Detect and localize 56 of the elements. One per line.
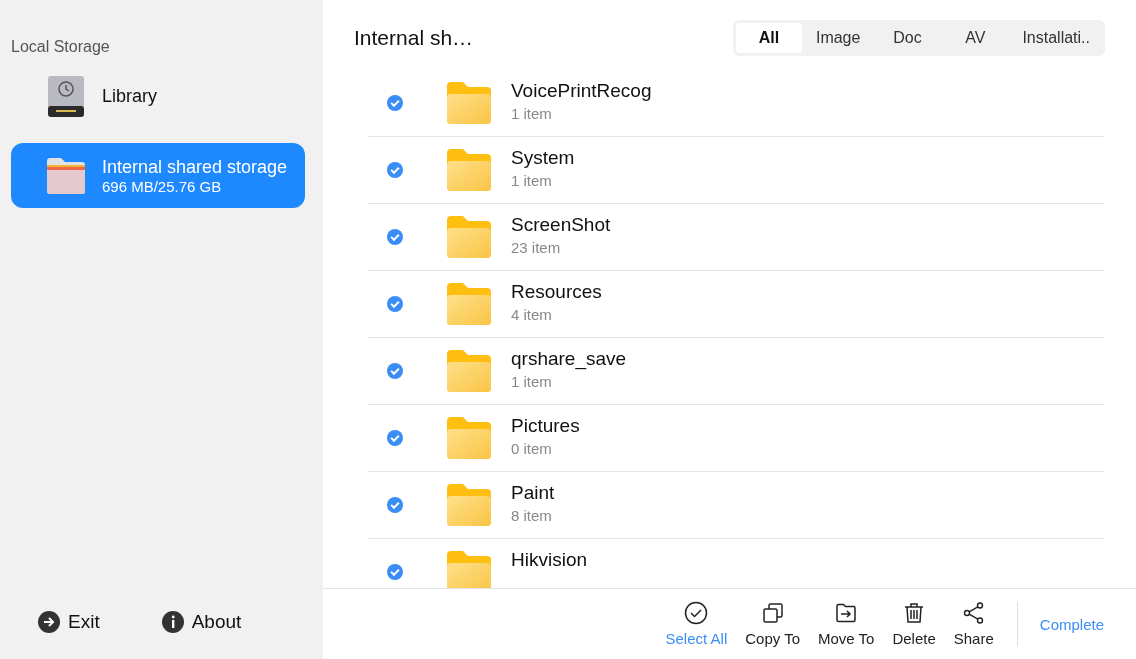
- item-count: 8 item: [511, 507, 553, 524]
- storage-item[interactable]: Library: [11, 64, 305, 129]
- checkbox[interactable]: [387, 162, 403, 178]
- section-heading: Local Storage: [11, 38, 111, 56]
- folder-name[interactable]: Paint: [511, 482, 555, 504]
- folder-icon: [447, 551, 491, 588]
- folder-icon: [45, 156, 87, 195]
- info-icon: [161, 611, 184, 633]
- move-button[interactable]: Move To: [812, 597, 881, 651]
- hard-drive-icon: [46, 75, 86, 118]
- item-count: 1 item: [511, 172, 553, 189]
- arrow-right-icon: [38, 611, 60, 633]
- checkbox[interactable]: [387, 564, 403, 580]
- folder-name[interactable]: Pictures: [511, 415, 580, 437]
- folder-icon: [447, 283, 491, 325]
- filter-tab[interactable]: Installati..: [1010, 23, 1102, 53]
- item-count: 0 item: [511, 440, 553, 457]
- copy-button[interactable]: Copy To: [739, 597, 806, 651]
- item-label: Library: [102, 86, 158, 107]
- check-circle-icon: [684, 601, 709, 625]
- storage-usage: 696 MB/25.76 GB: [102, 177, 223, 195]
- folder-name[interactable]: ScreenShot: [511, 214, 611, 236]
- move-icon: [834, 601, 859, 625]
- folder-name[interactable]: Hikvision: [511, 549, 588, 571]
- delete-button[interactable]: Delete: [886, 597, 942, 651]
- filter-tab[interactable]: All: [735, 23, 802, 53]
- checkbox[interactable]: [387, 296, 403, 312]
- share-icon: [961, 601, 986, 625]
- folder-icon: [447, 149, 491, 191]
- item-count: 23 item: [511, 239, 562, 256]
- copy-icon: [760, 601, 785, 625]
- exit-button[interactable]: Exit: [38, 611, 100, 633]
- folder-name[interactable]: qrshare_save: [511, 348, 627, 370]
- item-label: Internal shared storage: [102, 156, 288, 178]
- folder-icon: [447, 82, 491, 124]
- filter-tab[interactable]: Doc: [874, 23, 941, 53]
- checkbox[interactable]: [387, 430, 403, 446]
- folder-icon: [447, 350, 491, 392]
- folder-icon: [447, 484, 491, 526]
- item-count: 1 item: [511, 105, 553, 122]
- share-button[interactable]: Share: [947, 597, 1000, 651]
- folder-name[interactable]: System: [511, 147, 575, 169]
- folder-icon: [447, 216, 491, 258]
- item-count: 1 item: [511, 373, 553, 390]
- folder-name[interactable]: Resources: [511, 281, 602, 303]
- folder-title: Internal sh…: [354, 26, 474, 50]
- checkbox[interactable]: [387, 229, 403, 245]
- folder-name[interactable]: VoicePrintRecog: [511, 80, 652, 102]
- item-count: 4 item: [511, 306, 553, 323]
- checkbox[interactable]: [387, 363, 403, 379]
- checkbox[interactable]: [387, 497, 403, 513]
- filter-tab[interactable]: AV: [942, 23, 1009, 53]
- folder-icon: [447, 417, 491, 459]
- filter-tab[interactable]: Image: [803, 23, 873, 53]
- about-button[interactable]: About: [161, 611, 242, 633]
- checkbox[interactable]: [387, 95, 403, 111]
